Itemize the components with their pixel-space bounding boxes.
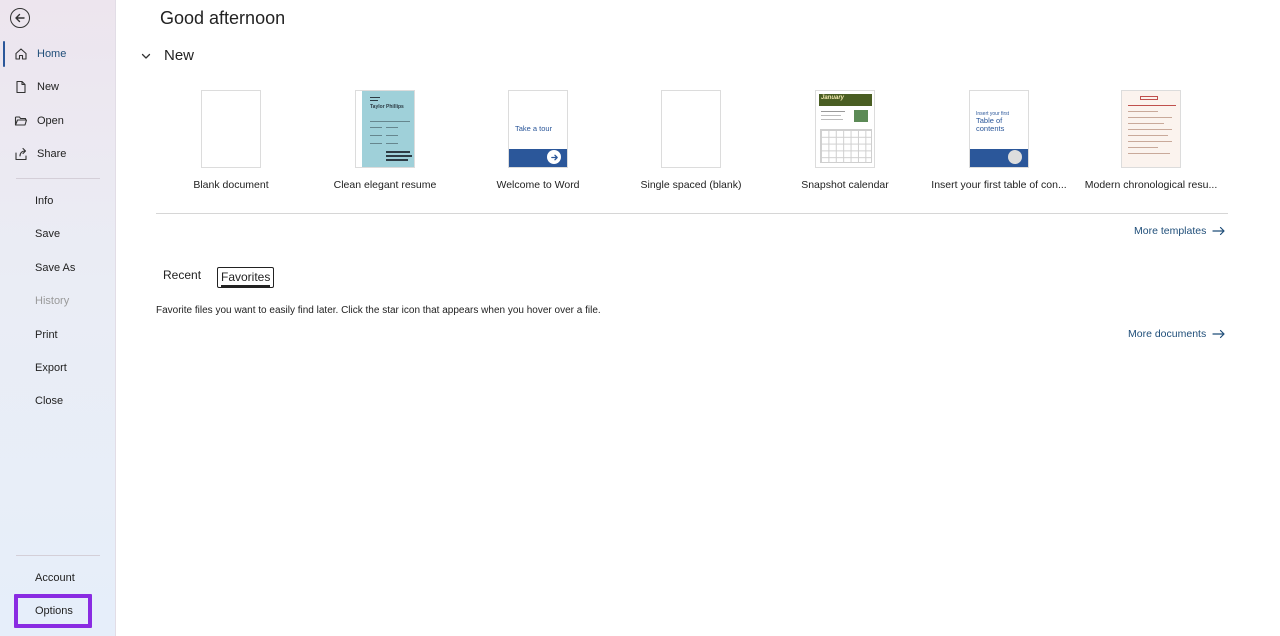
tab-favorites[interactable]: Favorites <box>217 267 275 288</box>
template-label: Blank document <box>193 179 269 191</box>
main-content: Good afternoon New Blank document Taylor… <box>116 0 1280 636</box>
template-snapshot-calendar[interactable]: January Snapshot calendar <box>770 90 920 191</box>
back-arrow-icon[interactable] <box>10 8 30 28</box>
sidebar-item-label: Save As <box>35 262 76 274</box>
template-label: Insert your first table of con... <box>931 179 1067 191</box>
sidebar: Home New Open Share Info Save Save As Hi… <box>0 0 116 636</box>
tab-label: Favorites <box>221 270 271 287</box>
sidebar-item-share[interactable]: Share <box>0 139 116 169</box>
sidebar-item-label: New <box>37 81 60 93</box>
section-divider <box>156 213 1228 214</box>
sidebar-item-label: Account <box>35 572 75 584</box>
template-clean-elegant-resume[interactable]: Taylor Phillips Clean elegant resume <box>310 90 460 191</box>
sidebar-item-account[interactable]: Account <box>0 563 116 593</box>
arrow-right-icon <box>1212 226 1225 236</box>
sidebar-item-label: Home <box>37 48 67 60</box>
template-label: Welcome to Word <box>496 179 580 191</box>
page-title: Good afternoon <box>160 8 286 28</box>
favorites-description: Favorite files you want to easily find l… <box>156 305 601 316</box>
sidebar-item-label: Save <box>35 228 61 240</box>
template-thumbnail: Take a tour <box>508 90 568 168</box>
sidebar-item-open[interactable]: Open <box>0 106 116 136</box>
sidebar-item-history: History <box>0 286 116 316</box>
new-section-header[interactable]: New <box>140 47 194 64</box>
sidebar-item-home[interactable]: Home <box>0 39 116 69</box>
template-label: Snapshot calendar <box>801 179 889 191</box>
tour-thumb-text: Take a tour <box>515 124 553 133</box>
arrow-right-icon <box>1212 329 1225 339</box>
template-modern-chronological-resume[interactable]: Modern chronological resu... <box>1076 90 1226 191</box>
sidebar-item-label: Info <box>35 195 54 207</box>
sidebar-item-label: Print <box>35 329 58 341</box>
sidebar-divider <box>16 178 100 179</box>
sidebar-item-new[interactable]: New <box>0 72 116 102</box>
sidebar-item-close[interactable]: Close <box>0 386 116 416</box>
options-highlight-box <box>14 594 92 628</box>
sidebar-item-label: Open <box>37 115 64 127</box>
more-templates-link[interactable]: More templates <box>1134 225 1226 237</box>
template-insert-table-of-contents[interactable]: Insert your first Table of contents Inse… <box>924 90 1074 191</box>
template-thumbnail <box>1121 90 1181 168</box>
share-icon <box>13 146 29 162</box>
sidebar-item-info[interactable]: Info <box>0 186 116 216</box>
template-label: Modern chronological resu... <box>1084 179 1218 191</box>
template-thumbnail: Taylor Phillips <box>355 90 415 168</box>
section-title: New <box>164 47 195 64</box>
folder-open-icon <box>13 113 29 129</box>
template-blank-document[interactable]: Blank document <box>156 90 306 191</box>
more-documents-link[interactable]: More documents <box>1128 328 1226 340</box>
template-label: Clean elegant resume <box>333 179 437 191</box>
template-thumbnail <box>201 90 261 168</box>
arrow-right-icon <box>547 150 561 164</box>
home-icon <box>13 46 29 62</box>
template-thumbnail <box>661 90 721 168</box>
sidebar-item-save-as[interactable]: Save As <box>0 253 116 283</box>
sidebar-item-label: Close <box>35 395 64 407</box>
resume-thumb-name: Taylor Phillips <box>370 104 404 110</box>
sidebar-item-save[interactable]: Save <box>0 219 116 249</box>
template-label: Single spaced (blank) <box>640 179 742 191</box>
calendar-thumb-month: January <box>821 95 845 101</box>
template-thumbnail: January <box>815 90 875 168</box>
sidebar-item-label: Export <box>35 362 67 374</box>
template-single-spaced-blank[interactable]: Single spaced (blank) <box>616 90 766 191</box>
more-templates-label: More templates <box>1134 225 1207 237</box>
toc-thumb-line2: Table of contents <box>976 116 1005 133</box>
more-documents-label: More documents <box>1128 328 1207 340</box>
tab-recent[interactable]: Recent <box>163 268 201 282</box>
sidebar-item-export[interactable]: Export <box>0 353 116 383</box>
template-welcome-to-word[interactable]: Take a tour Welcome to Word <box>463 90 613 191</box>
sidebar-item-label: History <box>35 295 70 307</box>
sidebar-item-print[interactable]: Print <box>0 320 116 350</box>
sidebar-item-label: Share <box>37 148 67 160</box>
new-document-icon <box>13 79 29 95</box>
sidebar-divider <box>16 555 100 556</box>
chevron-down-icon[interactable] <box>140 50 152 62</box>
word-backstage: Home New Open Share Info Save Save As Hi… <box>0 0 1280 636</box>
template-thumbnail: Insert your first Table of contents <box>969 90 1029 168</box>
